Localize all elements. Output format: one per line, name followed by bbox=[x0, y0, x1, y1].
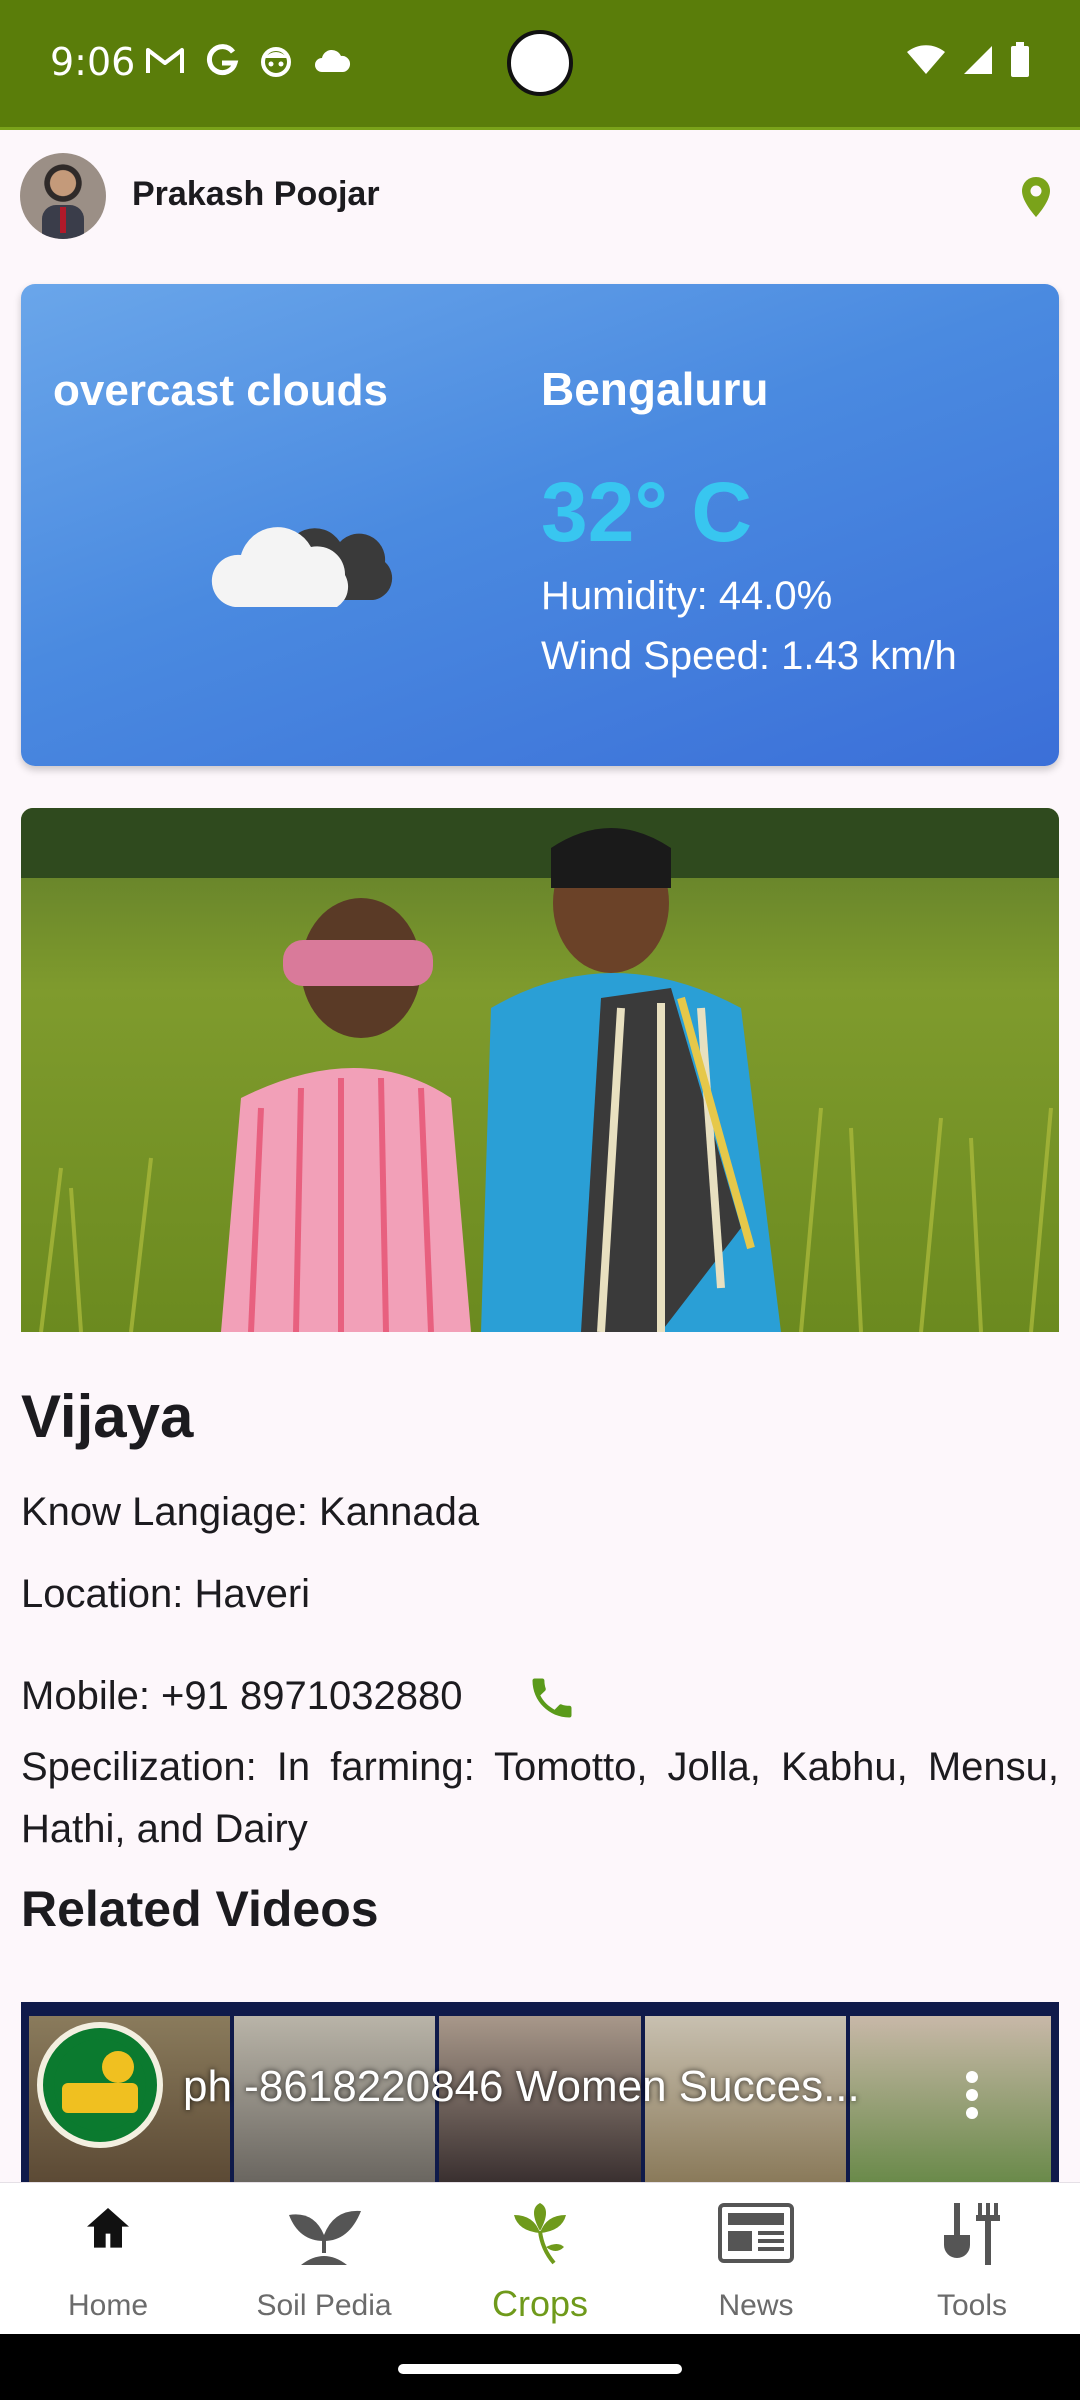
nav-crops[interactable]: Crops bbox=[432, 2183, 648, 2335]
crops-icon bbox=[514, 2203, 566, 2265]
profile-location: Location: Haveri bbox=[21, 1572, 311, 1616]
farmer-photo bbox=[21, 808, 1059, 1332]
nav-label: Soil Pedia bbox=[256, 2289, 392, 2322]
channel-logo-icon bbox=[54, 2039, 146, 2131]
system-gesture-area bbox=[0, 2334, 1080, 2400]
user-name: Prakash Poojar bbox=[132, 175, 380, 213]
google-icon bbox=[206, 44, 239, 76]
nav-tools[interactable]: Tools bbox=[864, 2183, 1080, 2335]
more-options-icon[interactable] bbox=[965, 2070, 979, 2120]
weather-wind-speed: Wind Speed: 1.43 km/h bbox=[541, 634, 957, 678]
weather-temperature: 32° C bbox=[541, 465, 753, 559]
nav-news[interactable]: News bbox=[648, 2183, 864, 2335]
face-icon bbox=[261, 47, 291, 77]
bottom-navigation: Home Soil Pedia Crops News Tools bbox=[0, 2182, 1080, 2334]
status-bar: 9:06 bbox=[0, 0, 1080, 130]
weather-card: overcast clouds Bengaluru 32° C Humidity… bbox=[21, 284, 1059, 766]
nav-label: News bbox=[718, 2289, 794, 2322]
wifi-icon bbox=[907, 45, 945, 74]
status-time: 9:06 bbox=[50, 40, 136, 84]
profile-language: Know Langiage: Kannada bbox=[21, 1490, 480, 1534]
gmail-icon bbox=[146, 48, 184, 73]
profile-mobile: Mobile: +91 8971032880 bbox=[21, 1674, 463, 1718]
cloud-icon bbox=[315, 49, 351, 72]
profile-specialization: Specilization: In farming: Tomotto, Joll… bbox=[21, 1745, 1059, 1851]
nav-home[interactable]: Home bbox=[0, 2183, 216, 2335]
notification-icons bbox=[145, 44, 351, 78]
system-status-icons bbox=[906, 42, 1030, 78]
nav-label: Crops bbox=[491, 2283, 589, 2324]
app-header: Prakash Poojar bbox=[0, 133, 1080, 263]
nav-soil-pedia[interactable]: Soil Pedia bbox=[216, 2183, 432, 2335]
related-videos-title: Related Videos bbox=[21, 1881, 379, 1937]
sprout-icon bbox=[289, 2210, 361, 2265]
home-icon bbox=[87, 2208, 129, 2248]
weather-city: Bengaluru bbox=[541, 363, 769, 415]
profile-name: Vijaya bbox=[21, 1383, 194, 1450]
signal-icon bbox=[964, 46, 992, 74]
tools-icon bbox=[944, 2203, 1000, 2265]
newspaper-icon bbox=[718, 2203, 794, 2263]
weather-humidity: Humidity: 44.0% bbox=[541, 574, 833, 618]
phone-call-icon[interactable] bbox=[526, 1672, 578, 1724]
battery-icon bbox=[1011, 42, 1029, 77]
channel-logo bbox=[37, 2022, 163, 2148]
nav-label: Home bbox=[67, 2289, 149, 2322]
video-thumbnail[interactable]: ph -8618220846 Women Succes... bbox=[21, 2002, 1059, 2182]
farmer-photo-image bbox=[21, 808, 1059, 1332]
avatar[interactable] bbox=[20, 153, 106, 239]
video-title: ph -8618220846 Women Succes... bbox=[183, 2062, 860, 2111]
camera-cutout bbox=[507, 30, 573, 96]
weather-description: overcast clouds bbox=[53, 366, 389, 415]
location-pin-icon[interactable] bbox=[1020, 175, 1052, 219]
cloud-icon bbox=[211, 527, 393, 607]
nav-label: Tools bbox=[936, 2289, 1008, 2322]
home-gesture-bar[interactable] bbox=[398, 2364, 682, 2374]
